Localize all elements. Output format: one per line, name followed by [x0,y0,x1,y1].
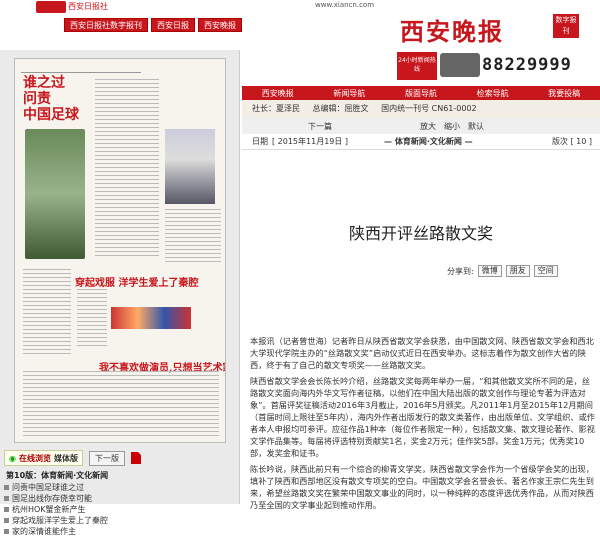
issn-label: 国内统一刊号 CN61-0002 [381,104,477,113]
hotline-number: 88229999 [482,55,572,75]
column-text [95,79,159,259]
paper-masthead [21,63,141,73]
share-label: 分享到: [447,266,474,276]
coach-photo [165,129,215,204]
hotline-label: 24小时新闻热线 [397,52,437,80]
newspaper-page-thumbnail[interactable]: 谁之过 问责 中国足球 穿起戏服 洋学生爱上了秦腔 我不喜欢做演员,只想当艺术家 [14,58,226,443]
article-link[interactable]: 家的深情谁能作主 [4,526,108,537]
edition-name: — 体育新闻·文化新闻 — [384,137,473,146]
next-article-button[interactable]: 下一篇 [308,121,332,132]
article-title: 陕西开评丝路散文奖 [348,224,493,243]
online-icon: ◉ [9,453,16,463]
article-paragraph: 本报讯（记者曾世海）记者昨日从陕西省散文学会获悉，由中国散文网、陕西省散文学会和… [250,336,594,370]
headline-football[interactable]: 谁之过 问责 中国足球 [23,75,91,123]
share-bar: 分享到: 微博 朋友 空间 [447,264,558,278]
tab-xian-evening[interactable]: 西安晚报 [198,18,242,32]
column-text [23,269,71,355]
brand-logo: 西安晚报 [400,17,504,46]
next-page-button[interactable]: 下一版 [88,450,125,466]
date-row: 日期 [ 2015年11月19日 ] — 体育新闻·文化新闻 — 版次 [ 10… [242,134,600,150]
header-tabs: 西安日报社数字报刊 西安日报 西安晚报 [64,18,245,32]
article-body: 本报讯（记者曾世海）记者昨日从陕西省散文学会获悉，由中国散文网、陕西省散文学会和… [250,335,595,515]
main-nav: 西安晚报 新闻导航 版面导航 检索导航 我要投稿 [242,86,600,100]
share-friends-button[interactable]: 朋友 [505,265,530,277]
phone-icon [440,53,480,77]
online-browse-button[interactable]: ◉ 在线浏览 媒体版 [4,450,83,466]
editor-label: 总编辑：屈胜文 [312,104,369,113]
page-number: 版次 [ 10 ] [551,137,592,146]
opera-photo [111,307,191,329]
football-photo [25,129,85,259]
tab-digital[interactable]: 西安日报社数字报刊 [64,18,148,32]
article-link[interactable]: 穿起戏服洋学生爱上了秦腔 [4,515,108,526]
article-list: 问责中国足球谁之过 国足出线你存侥幸可能 杭州HOK蟹金新产生 穿起戏服洋学生爱… [4,482,108,537]
pdf-icon[interactable] [130,452,141,464]
site-url: www.xiancn.com [315,1,375,9]
article-link[interactable]: 问责中国足球谁之过 [4,482,108,493]
nav-home[interactable]: 西安晚报 [242,88,314,99]
date-value: [ 2015年11月19日 ] [272,137,349,146]
tab-xian-daily[interactable]: 西安日报 [151,18,195,32]
date-label: 日期 [252,137,268,146]
column-text [23,371,219,439]
zoom-in-button[interactable]: 放大 [420,121,436,132]
article-link[interactable]: 杭州HOK蟹金新产生 [4,504,108,515]
headline-opera[interactable]: 穿起戏服 洋学生爱上了秦腔 [75,274,198,289]
left-nav-bar: ◉ 在线浏览 媒体版 下一版 [4,448,232,468]
digital-badge: 数字报刊 [553,14,579,38]
logo-text: 西安日报社 [68,2,108,11]
left-column: 谁之过 问责 中国足球 穿起戏服 洋学生爱上了秦腔 我不喜欢做演员,只想当艺术家 ◉… [0,50,240,536]
article-paragraph: 陕西省散文学会会长陈长吟介绍，丝路散文奖每两年举办一届，“和其他散文奖所不同的是… [250,376,595,458]
nav-submit[interactable]: 我要投稿 [528,88,600,99]
article-toolbar: 下一篇 放大 缩小 默认 [242,118,600,134]
site-header: 西安日报社 西安日报社数字报刊 西安日报 西安晚报 www.xiancn.com… [0,0,600,50]
share-weibo-button[interactable]: 微博 [477,265,502,277]
article-link[interactable]: 国足出线你存侥幸可能 [4,493,108,504]
nav-news[interactable]: 新闻导航 [314,88,386,99]
chief-label: 社长：夏泽民 [252,104,300,113]
xian-daily-logo[interactable]: 西安日报社 [36,1,108,13]
nav-pages[interactable]: 版面导航 [385,88,457,99]
column-text [77,289,107,349]
right-column: 24小时新闻热线 88229999 西安晚报 新闻导航 版面导航 检索导航 我要… [242,50,600,510]
share-qzone-button[interactable]: 空间 [533,265,558,277]
column-text [165,209,221,265]
masthead-info: 社长：夏泽民 总编辑：屈胜文 国内统一刊号 CN61-0002 [242,100,600,118]
nav-search[interactable]: 检索导航 [457,88,529,99]
edition-title: 第10版：体育新闻·文化新闻 [6,471,109,480]
zoom-out-button[interactable]: 缩小 [444,121,460,132]
default-size-button[interactable]: 默认 [468,121,484,132]
